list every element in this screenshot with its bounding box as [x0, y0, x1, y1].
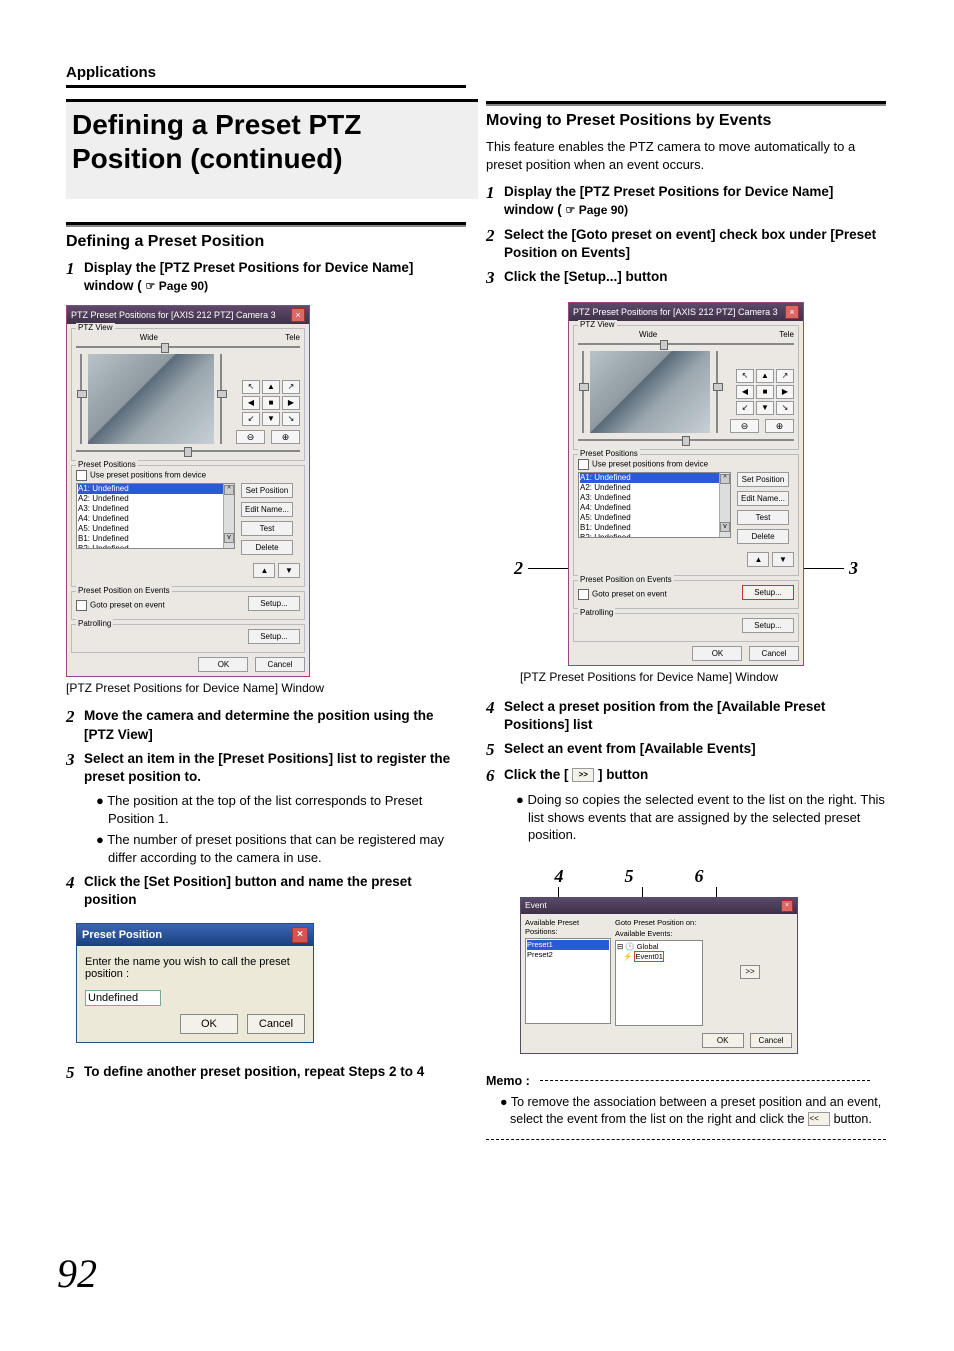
available-preset-list[interactable]: Preset1 Preset2: [525, 938, 611, 1024]
dialog-titlebar[interactable]: Preset Position ×: [77, 924, 313, 946]
zoom-slider[interactable]: [76, 342, 300, 352]
tilt-slider-right[interactable]: [216, 354, 226, 444]
memo-block: Memo : ● To remove the association betwe…: [486, 1072, 886, 1146]
callout-2: 2: [514, 558, 523, 579]
ptz-window-titlebar[interactable]: PTZ Preset Positions for [AXIS 212 PTZ] …: [67, 306, 309, 324]
cancel-button[interactable]: Cancel: [750, 1033, 792, 1048]
ok-button[interactable]: OK: [702, 1033, 744, 1048]
patrolling-group: Patrolling Setup...: [573, 613, 799, 642]
move-down-button[interactable]: ▼: [278, 563, 300, 578]
fig2-wrap: PTZ Preset Positions for [AXIS 212 PTZ] …: [520, 302, 852, 666]
move-left-icon: <<: [808, 1112, 830, 1126]
callout-4: 4: [555, 866, 564, 887]
preset-on-events-group: Preset Position on Events Goto preset on…: [71, 591, 305, 620]
tilt-slider-left[interactable]: [76, 354, 86, 444]
move-up-button[interactable]: ▲: [253, 563, 275, 578]
rstep-3: 3 Click the [Setup...] button: [486, 268, 886, 288]
fig-caption: [PTZ Preset Positions for Device Name] W…: [66, 681, 466, 695]
set-position-button[interactable]: Set Position: [241, 483, 293, 498]
callout-6: 6: [695, 866, 704, 887]
pan-slider[interactable]: [76, 446, 300, 456]
ok-button[interactable]: OK: [198, 657, 248, 672]
step-3: 3 Select an item in the [Preset Position…: [66, 750, 466, 786]
zoom-in-button[interactable]: ⊕: [271, 430, 300, 444]
step-1: 1 Display the [PTZ Preset Positions for …: [66, 259, 466, 295]
preset-positions-group: Preset Positions Use preset positions fr…: [71, 465, 305, 587]
preset-name-input[interactable]: [85, 990, 161, 1006]
rstep-4: 4 Select a preset position from the [Ava…: [486, 698, 886, 734]
zoom-out-button[interactable]: ⊖: [236, 430, 265, 444]
camera-view: [88, 354, 214, 444]
intro-text: This feature enables the PTZ camera to m…: [486, 138, 886, 173]
available-events-tree[interactable]: ⊟ 🕑 Global ⚡ Event01: [615, 940, 703, 1026]
close-icon[interactable]: ×: [292, 927, 308, 943]
page-title: Defining a Preset PTZ Position (continue…: [72, 108, 472, 175]
zoom-slider[interactable]: [578, 339, 794, 349]
right-column: Moving to Preset Positions by Events Thi…: [486, 99, 886, 1145]
ptz-view-group: PTZ View WideTele ↖▲↗ ◀■▶ ↙▼↘: [71, 328, 305, 461]
preset-list[interactable]: A1: Undefined A2: Undefined A3: Undefine…: [76, 483, 235, 549]
ptz-window-titlebar[interactable]: PTZ Preset Positions for [AXIS 212 PTZ] …: [569, 303, 803, 321]
heading-defining: Defining a Preset Position: [66, 233, 466, 251]
step-5: 5 To define another preset position, rep…: [66, 1063, 466, 1083]
events-setup-button[interactable]: Setup...: [248, 596, 300, 611]
rstep-1: 1 Display the [PTZ Preset Positions for …: [486, 183, 886, 219]
page-number: 92: [57, 1250, 97, 1297]
link-icon: ☞: [566, 205, 576, 217]
cancel-button[interactable]: Cancel: [255, 657, 305, 672]
use-device-positions-checkbox[interactable]: [76, 470, 87, 481]
left-column: Defining a Preset Position 1 Display the…: [66, 220, 466, 1088]
assign-event-button[interactable]: >>: [740, 965, 760, 979]
page: Applications Defining a Preset PTZ Posit…: [0, 0, 954, 1351]
page-title-box: Defining a Preset PTZ Position (continue…: [66, 99, 478, 199]
heading-moving: Moving to Preset Positions by Events: [486, 112, 886, 130]
close-icon[interactable]: ×: [785, 305, 799, 319]
preset-positions-group: Preset Positions Use preset positions fr…: [573, 454, 799, 576]
test-button[interactable]: Test: [241, 521, 293, 536]
close-icon[interactable]: ×: [291, 308, 305, 322]
ptz-window: PTZ Preset Positions for [AXIS 212 PTZ] …: [66, 305, 310, 677]
bullet: ● The number of preset positions that ca…: [96, 831, 466, 866]
goto-preset-checkbox[interactable]: [76, 600, 87, 611]
delete-button[interactable]: Delete: [241, 540, 293, 555]
event-window: Event × Available Preset Positions: Pres…: [520, 897, 798, 1054]
bullet: ● Doing so copies the selected event to …: [516, 791, 886, 844]
preset-list[interactable]: A1: Undefined A2: Undefined A3: Undefine…: [578, 472, 731, 538]
section-label: Applications: [66, 64, 156, 81]
divider: [66, 222, 466, 227]
step-2: 2 Move the camera and determine the posi…: [66, 707, 466, 743]
rstep-2: 2 Select the [Goto preset on event] chec…: [486, 226, 886, 262]
move-right-icon: >>: [572, 768, 594, 782]
patrol-setup-button[interactable]: Setup...: [248, 629, 300, 644]
edit-name-button[interactable]: Edit Name...: [241, 502, 293, 517]
link-icon: ☞: [146, 281, 156, 293]
ok-button[interactable]: OK: [180, 1014, 238, 1034]
divider: [486, 101, 886, 106]
preset-position-dialog: Preset Position × Enter the name you wis…: [76, 923, 314, 1043]
event-window-titlebar[interactable]: Event ×: [521, 898, 797, 914]
cancel-button[interactable]: Cancel: [247, 1014, 305, 1034]
close-icon[interactable]: ×: [781, 900, 793, 912]
patrolling-group: Patrolling Setup...: [71, 624, 305, 653]
fig3-wrap: 4 5 6 Event × Available Preset Positions…: [520, 866, 886, 1054]
callout-3: 3: [849, 558, 858, 579]
callout-5: 5: [625, 866, 634, 887]
bullet: ● The position at the top of the list co…: [96, 792, 466, 827]
camera-view: [590, 351, 710, 433]
fig-caption: [PTZ Preset Positions for Device Name] W…: [520, 670, 886, 684]
rstep-6: 6 Click the [ >> ] button: [486, 766, 886, 786]
rstep-5: 5 Select an event from [Available Events…: [486, 740, 886, 760]
preset-on-events-group: Preset Position on Events Goto preset on…: [573, 580, 799, 609]
ptz-joystick[interactable]: ↖▲↗◀■▶↙▼↘: [736, 369, 794, 415]
step-4: 4 Click the [Set Position] button and na…: [66, 873, 466, 909]
section-rule: [66, 85, 466, 93]
ptz-window-2: PTZ Preset Positions for [AXIS 212 PTZ] …: [568, 302, 804, 666]
ptz-joystick[interactable]: ↖▲↗ ◀■▶ ↙▼↘: [242, 380, 300, 426]
ptz-view-group: PTZ View WideTele ↖▲↗◀■▶↙▼↘ ⊖⊕: [573, 325, 799, 450]
events-setup-button-highlighted[interactable]: Setup...: [742, 585, 794, 600]
